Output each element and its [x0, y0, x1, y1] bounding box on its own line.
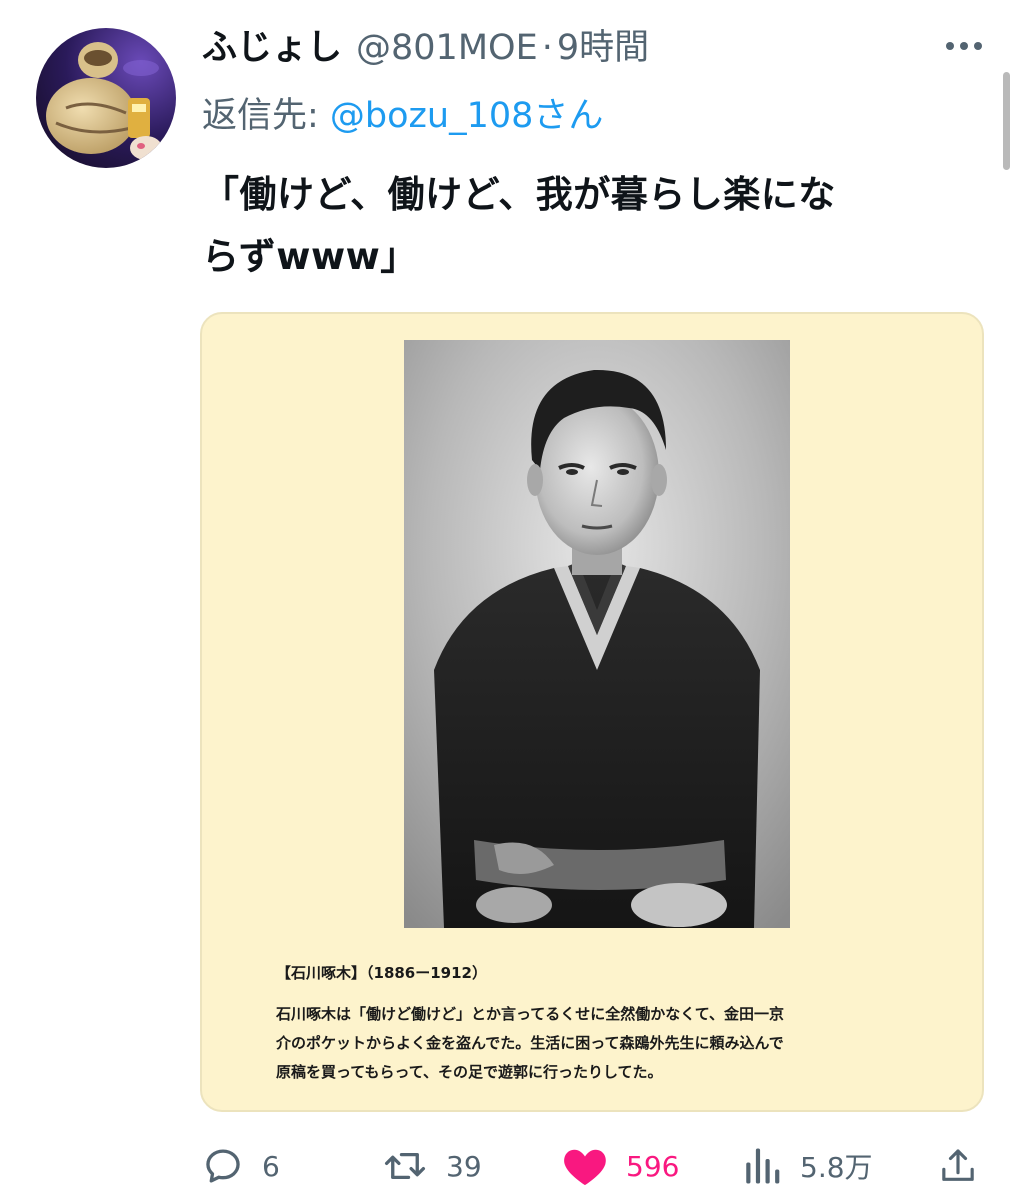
tweet-text-line: らずwww」: [202, 235, 418, 278]
tweet-text-line: 「働けど、働けど、我が暮らし楽にな: [202, 173, 836, 216]
views-bars-icon: [746, 1148, 780, 1184]
heart-icon: [564, 1149, 606, 1186]
user-handle[interactable]: @801MOE: [356, 22, 538, 74]
reply-prefix: 返信先:: [202, 96, 330, 136]
more-dots-icon[interactable]: [944, 34, 984, 58]
caption-line: 介のポケットからよく金を盗んでた。生活に困って森鴎外先生に頼み込んで: [276, 1034, 784, 1052]
views-count: 5.8万: [800, 1151, 873, 1184]
like-count: 596: [626, 1149, 680, 1183]
reply-context: 返信先: @bozu_108さん: [202, 90, 603, 142]
portrait-photo: [404, 340, 790, 928]
action-bar: 6 39 596 5.8万: [0, 1140, 1018, 1192]
timestamp[interactable]: 9時間: [557, 22, 649, 74]
display-name[interactable]: ふじょし: [202, 22, 342, 74]
reply-button[interactable]: 6: [202, 1140, 280, 1192]
retweet-icon: [384, 1152, 426, 1180]
media-card[interactable]: 【石川啄木】（1886ー1912） 石川啄木は「働けど働けど」とか言ってるくせに…: [200, 312, 984, 1112]
retweet-button[interactable]: 39: [382, 1140, 482, 1192]
reply-bubble-icon: [206, 1149, 240, 1183]
share-button[interactable]: [938, 1140, 978, 1192]
reply-count: 6: [262, 1149, 280, 1183]
caption-line: 石川啄木は「働けど働けど」とか言ってるくせに全然働かなくて、金田一京: [276, 1005, 785, 1023]
like-button[interactable]: 596: [562, 1140, 679, 1192]
separator-dot: ·: [541, 28, 553, 68]
retweet-count: 39: [446, 1149, 482, 1183]
tweet-text: 「働けど、働けど、我が暮らし楽にな らずwww」: [202, 164, 992, 288]
tweet-header: ふじょし @801MOE · 9時間: [202, 22, 942, 74]
avatar[interactable]: [36, 28, 176, 168]
caption-body: 石川啄木は「働けど働けど」とか言ってるくせに全然働かなくて、金田一京 介のポケッ…: [276, 1000, 916, 1087]
scrollbar[interactable]: [1003, 72, 1010, 170]
caption-line: 原稿を買ってもらって、その足で遊郭に行ったりしてた。: [276, 1063, 663, 1081]
avatar-character-icon: [36, 28, 176, 168]
caption-title: 【石川啄木】（1886ー1912）: [276, 964, 487, 982]
views-button[interactable]: 5.8万: [742, 1140, 873, 1192]
reply-to-handle[interactable]: @bozu_108さん: [330, 96, 604, 136]
share-icon: [942, 1149, 974, 1181]
